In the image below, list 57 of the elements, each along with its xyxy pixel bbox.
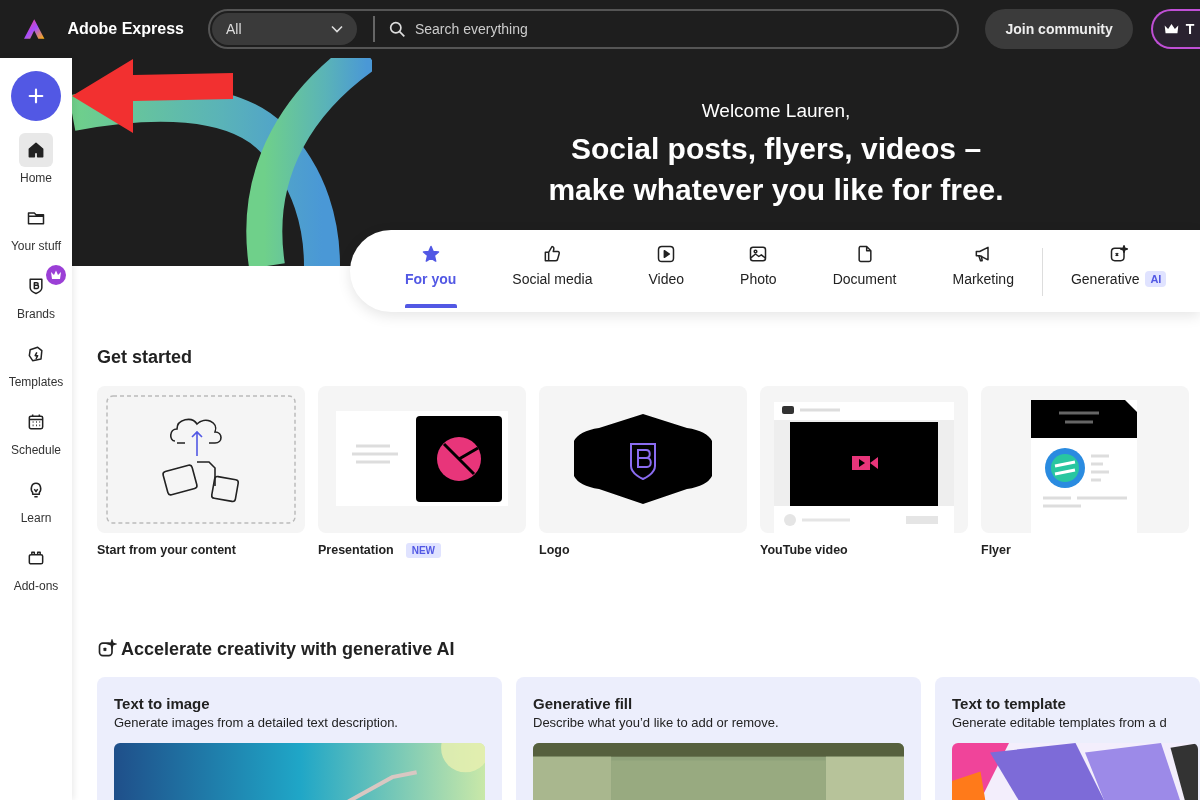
card-title: YouTube video [760, 543, 848, 557]
feature-card[interactable]: Text to image Generate images from a detailed text description. [97, 677, 502, 800]
category-tab[interactable]: Photo [712, 230, 805, 312]
app-name: Adobe Express [67, 20, 184, 38]
section-heading: Accelerate creativity with generative AI [121, 638, 455, 660]
section-heading: Get started [97, 346, 194, 368]
sidebar-item[interactable]: Add-ons [4, 537, 68, 605]
ai-badge: AI [1145, 271, 1167, 287]
feature-description: Generate editable templates from a d [952, 715, 1168, 730]
category-tab[interactable]: Marketing [924, 230, 1042, 312]
welcome-text: Welcome Lauren, [701, 100, 851, 122]
create-button[interactable] [11, 71, 61, 121]
calendar-icon [26, 412, 46, 432]
category-tab[interactable]: Generative AI [1042, 230, 1195, 312]
crown-icon [1162, 22, 1180, 36]
card-title: Presentation [318, 543, 394, 557]
feature-title: Generative fill [533, 695, 634, 712]
hero-headline: make whatever you like for free. [548, 172, 1004, 208]
feature-card[interactable]: Generative fill Describe what you’d like to add or remove. [516, 677, 921, 800]
sidebar-item[interactable]: Home [4, 129, 68, 197]
sparkle-icon [97, 639, 117, 659]
addons-icon [26, 548, 46, 568]
feature-title: Text to image [114, 695, 211, 712]
sidebar-item[interactable]: Brands [4, 265, 68, 333]
thumb-icon [542, 244, 563, 264]
new-badge: NEW [405, 542, 442, 558]
sidebar-item[interactable]: Learn [4, 469, 68, 537]
premium-badge-icon [46, 265, 66, 285]
sparkle-icon [1108, 244, 1129, 264]
caret-icon [330, 25, 343, 33]
star-icon [420, 244, 441, 264]
card-title: Start from your content [97, 543, 236, 557]
card-title: Logo [539, 543, 570, 557]
category-tab[interactable]: For you [377, 230, 485, 312]
search-icon [388, 20, 406, 38]
brand-icon [26, 276, 46, 296]
templates-icon [26, 344, 46, 364]
join-community-button[interactable]: Join community [985, 9, 1133, 49]
scope-dropdown[interactable]: All [211, 13, 357, 45]
sidebar-item[interactable]: Templates [4, 333, 68, 401]
sidebar-item[interactable]: Your stuff [4, 197, 68, 265]
play-icon [656, 244, 677, 264]
hero-headline: Social posts, flyers, videos – [570, 131, 982, 167]
card-title: Flyer [981, 543, 1011, 557]
sidebar-item[interactable]: Schedule [4, 401, 68, 469]
category-tab[interactable]: Document [804, 230, 925, 312]
plus-icon [27, 87, 45, 105]
upgrade-button[interactable]: T [1150, 9, 1200, 49]
home-icon [26, 140, 46, 160]
search-bar[interactable]: All Search everything [207, 9, 960, 49]
feature-title: Text to template [952, 695, 1067, 712]
feature-card[interactable]: Text to template Generate editable templates from a d [935, 677, 1200, 800]
feature-description: Describe what you’d like to add or remove. [533, 715, 780, 730]
category-tab[interactable]: Video [620, 230, 713, 312]
category-tab[interactable]: Social media [484, 230, 621, 312]
photo-icon [748, 244, 769, 264]
feature-description: Generate images from a detailed text description. [114, 715, 399, 730]
